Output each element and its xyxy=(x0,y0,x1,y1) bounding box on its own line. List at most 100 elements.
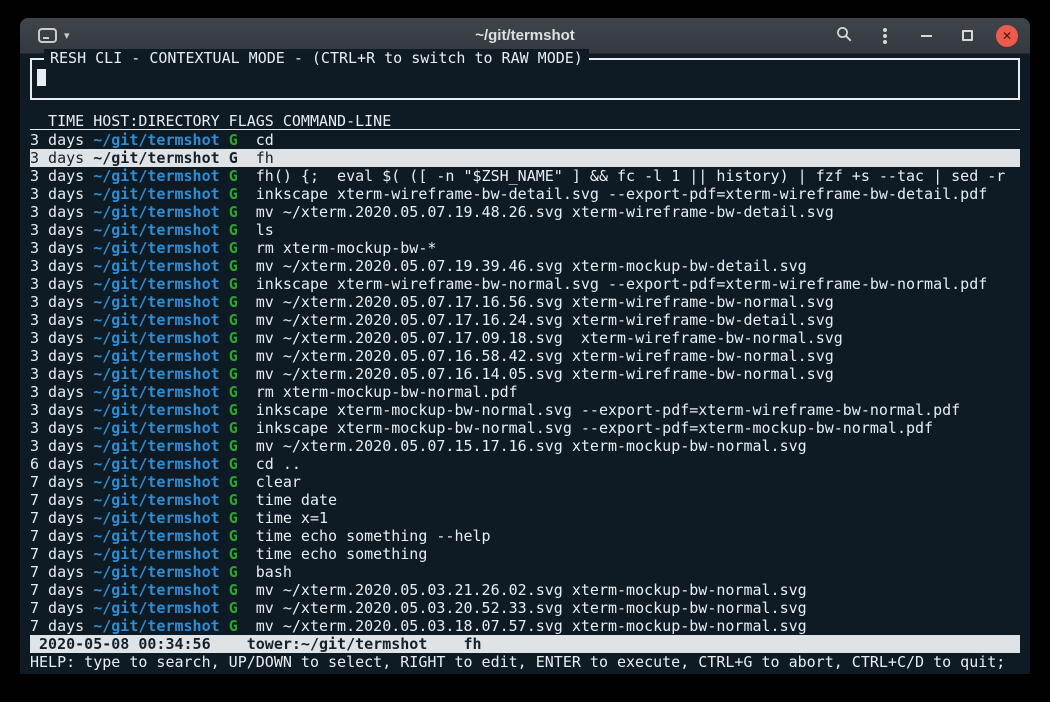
history-row[interactable]: 7 days ~/git/termshot G time x=1 xyxy=(30,509,1020,527)
row-flags: G xyxy=(229,581,238,599)
row-host: ~/git/termshot xyxy=(93,329,219,347)
history-row[interactable]: 3 days ~/git/termshot G inkscape xterm-w… xyxy=(30,275,1020,293)
history-row[interactable]: 7 days ~/git/termshot G time echo someth… xyxy=(30,527,1020,545)
history-row[interactable]: 7 days ~/git/termshot G mv ~/xterm.2020.… xyxy=(30,617,1020,635)
history-row[interactable]: 3 days ~/git/termshot G mv ~/xterm.2020.… xyxy=(30,437,1020,455)
search-button[interactable] xyxy=(832,24,856,48)
row-command: inkscape xterm-mockup-bw-normal.svg --ex… xyxy=(256,419,933,437)
search-input[interactable]: RESH CLI - CONTEXTUAL MODE - (CTRL+R to … xyxy=(30,58,1020,100)
status-datetime: 2020-05-08 00:34:56 xyxy=(39,635,211,653)
row-command: time echo something xyxy=(256,545,428,563)
row-flags: G xyxy=(229,257,238,275)
history-row[interactable]: 3 days ~/git/termshot G mv ~/xterm.2020.… xyxy=(30,257,1020,275)
history-row[interactable]: 3 days ~/git/termshot G fh xyxy=(30,149,1020,167)
history-row[interactable]: 7 days ~/git/termshot G bash xyxy=(30,563,1020,581)
row-time: 7 days xyxy=(30,599,84,617)
row-flags: G xyxy=(229,293,238,311)
row-command: time x=1 xyxy=(256,509,328,527)
desktop-background: ▾ ~/git/termshot xyxy=(0,0,1050,702)
row-host: ~/git/termshot xyxy=(93,365,219,383)
history-row[interactable]: 7 days ~/git/termshot G time echo someth… xyxy=(30,545,1020,563)
row-flags: G xyxy=(229,347,238,365)
row-host: ~/git/termshot xyxy=(93,473,219,491)
row-command: mv ~/xterm.2020.05.03.18.07.57.svg xterm… xyxy=(256,617,807,635)
row-flags: G xyxy=(229,149,238,167)
row-time: 3 days xyxy=(30,329,84,347)
row-command: inkscape xterm-wireframe-bw-detail.svg -… xyxy=(256,185,988,203)
history-row[interactable]: 3 days ~/git/termshot G inkscape xterm-m… xyxy=(30,419,1020,437)
history-row[interactable]: 7 days ~/git/termshot G mv ~/xterm.2020.… xyxy=(30,599,1020,617)
row-host: ~/git/termshot xyxy=(93,401,219,419)
row-host: ~/git/termshot xyxy=(93,581,219,599)
row-command: fh xyxy=(256,149,274,167)
row-host: ~/git/termshot xyxy=(93,131,219,149)
row-host: ~/git/termshot xyxy=(93,293,219,311)
restore-button[interactable] xyxy=(955,24,979,48)
new-terminal-button[interactable]: ▾ xyxy=(32,24,76,47)
history-row[interactable]: 3 days ~/git/termshot G mv ~/xterm.2020.… xyxy=(30,329,1020,347)
row-command: ls xyxy=(256,221,274,239)
history-row[interactable]: 3 days ~/git/termshot G rm xterm-mockup-… xyxy=(30,239,1020,257)
row-time: 3 days xyxy=(30,203,84,221)
history-row[interactable]: 7 days ~/git/termshot G time date xyxy=(30,491,1020,509)
row-command: mv ~/xterm.2020.05.07.16.14.05.svg xterm… xyxy=(256,365,834,383)
row-host: ~/git/termshot xyxy=(93,149,219,167)
row-host: ~/git/termshot xyxy=(93,347,219,365)
row-command: mv ~/xterm.2020.05.07.15.17.16.svg xterm… xyxy=(256,437,807,455)
row-flags: G xyxy=(229,185,238,203)
chevron-down-icon: ▾ xyxy=(64,29,70,42)
row-command: bash xyxy=(256,563,292,581)
menu-button[interactable] xyxy=(873,24,897,48)
row-time: 3 days xyxy=(30,311,84,329)
history-row[interactable]: 3 days ~/git/termshot G mv ~/xterm.2020.… xyxy=(30,293,1020,311)
row-time: 3 days xyxy=(30,437,84,455)
row-command: time echo something --help xyxy=(256,527,491,545)
row-flags: G xyxy=(229,491,238,509)
history-row[interactable]: 7 days ~/git/termshot G mv ~/xterm.2020.… xyxy=(30,581,1020,599)
row-flags: G xyxy=(229,329,238,347)
row-flags: G xyxy=(229,473,238,491)
row-command: fh() {; eval $( ([ -n "$ZSH_NAME" ] && f… xyxy=(256,167,1006,185)
history-row[interactable]: 3 days ~/git/termshot G cd xyxy=(30,131,1020,149)
row-time: 7 days xyxy=(30,545,84,563)
row-host: ~/git/termshot xyxy=(93,617,219,635)
history-row[interactable]: 3 days ~/git/termshot G fh() {; eval $( … xyxy=(30,167,1020,185)
row-time: 7 days xyxy=(30,491,84,509)
history-row[interactable]: 3 days ~/git/termshot G mv ~/xterm.2020.… xyxy=(30,347,1020,365)
row-flags: G xyxy=(229,599,238,617)
close-button[interactable]: ✕ xyxy=(996,25,1018,47)
row-host: ~/git/termshot xyxy=(93,257,219,275)
kebab-menu-icon xyxy=(883,34,887,38)
row-host: ~/git/termshot xyxy=(93,545,219,563)
row-time: 3 days xyxy=(30,167,84,185)
row-flags: G xyxy=(229,221,238,239)
history-row[interactable]: 3 days ~/git/termshot G mv ~/xterm.2020.… xyxy=(30,203,1020,221)
history-row[interactable]: 3 days ~/git/termshot G rm xterm-mockup-… xyxy=(30,383,1020,401)
row-host: ~/git/termshot xyxy=(93,437,219,455)
history-row[interactable]: 3 days ~/git/termshot G inkscape xterm-w… xyxy=(30,185,1020,203)
row-host: ~/git/termshot xyxy=(93,383,219,401)
row-flags: G xyxy=(229,167,238,185)
row-command: cd xyxy=(256,131,274,149)
row-time: 7 days xyxy=(30,509,84,527)
history-row[interactable]: 3 days ~/git/termshot G inkscape xterm-m… xyxy=(30,401,1020,419)
history-row[interactable]: 3 days ~/git/termshot G ls xyxy=(30,221,1020,239)
history-row[interactable]: 6 days ~/git/termshot G cd .. xyxy=(30,455,1020,473)
minimize-button[interactable] xyxy=(914,24,938,48)
row-time: 3 days xyxy=(30,275,84,293)
row-command: clear xyxy=(256,473,301,491)
history-row[interactable]: 3 days ~/git/termshot G mv ~/xterm.2020.… xyxy=(30,311,1020,329)
row-time: 7 days xyxy=(30,617,84,635)
row-flags: G xyxy=(229,455,238,473)
row-host: ~/git/termshot xyxy=(93,599,219,617)
terminal-icon xyxy=(38,28,57,43)
history-row[interactable]: 7 days ~/git/termshot G clear xyxy=(30,473,1020,491)
search-icon xyxy=(836,26,852,45)
history-row[interactable]: 3 days ~/git/termshot G mv ~/xterm.2020.… xyxy=(30,365,1020,383)
row-host: ~/git/termshot xyxy=(93,491,219,509)
row-flags: G xyxy=(229,563,238,581)
row-time: 3 days xyxy=(30,131,84,149)
row-host: ~/git/termshot xyxy=(93,167,219,185)
row-host: ~/git/termshot xyxy=(93,275,219,293)
status-location: tower:~/git/termshot xyxy=(247,635,428,653)
